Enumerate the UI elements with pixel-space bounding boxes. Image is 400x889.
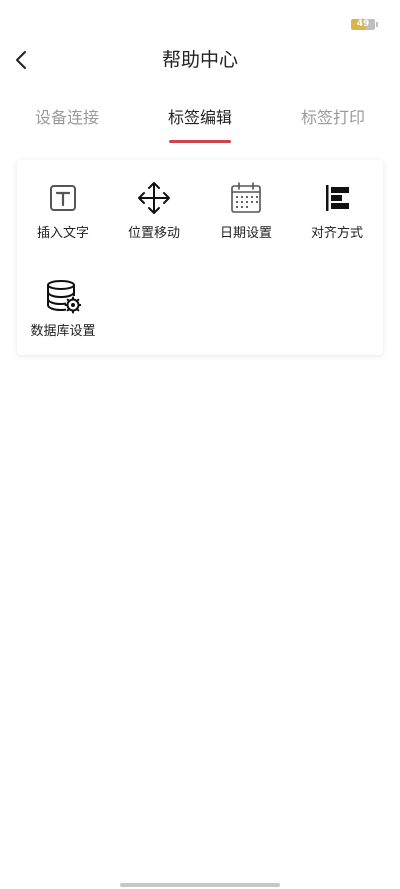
battery-icon: 49 (351, 19, 378, 30)
help-item-label: 日期设置 (219, 226, 272, 241)
tab-bar: 设备连接 标签编辑 标签打印 (0, 100, 400, 146)
tab-label-editing[interactable]: 标签编辑 (163, 100, 237, 136)
help-item-position-move[interactable]: 位置移动 (108, 160, 200, 241)
calendar-icon (231, 182, 261, 213)
home-indicator[interactable] (120, 883, 280, 887)
help-item-label: 数据库设置 (30, 324, 96, 339)
database-settings-icon (47, 280, 81, 314)
help-item-database-settings[interactable]: 数据库设置 (17, 258, 109, 339)
header: 帮助中心 (0, 40, 400, 80)
text-box-icon (50, 185, 76, 211)
page-title: 帮助中心 (161, 49, 238, 71)
active-tab-indicator (169, 140, 231, 143)
help-topics-card: 插入文字 位置移动 日期设置 对齐方式 数据库设置 (17, 160, 383, 355)
help-item-insert-text[interactable]: 插入文字 (17, 160, 109, 241)
help-item-label: 位置移动 (127, 226, 180, 241)
help-item-alignment[interactable]: 对齐方式 (291, 160, 383, 241)
help-item-label: 对齐方式 (310, 226, 363, 241)
align-left-icon (326, 185, 349, 211)
help-item-label: 插入文字 (36, 226, 89, 241)
tab-device-connection[interactable]: 设备连接 (30, 100, 104, 136)
help-item-date-settings[interactable]: 日期设置 (200, 160, 292, 241)
move-arrows-icon (138, 182, 170, 214)
tab-label-printing[interactable]: 标签打印 (296, 100, 370, 136)
status-bar: 49 (0, 0, 400, 44)
